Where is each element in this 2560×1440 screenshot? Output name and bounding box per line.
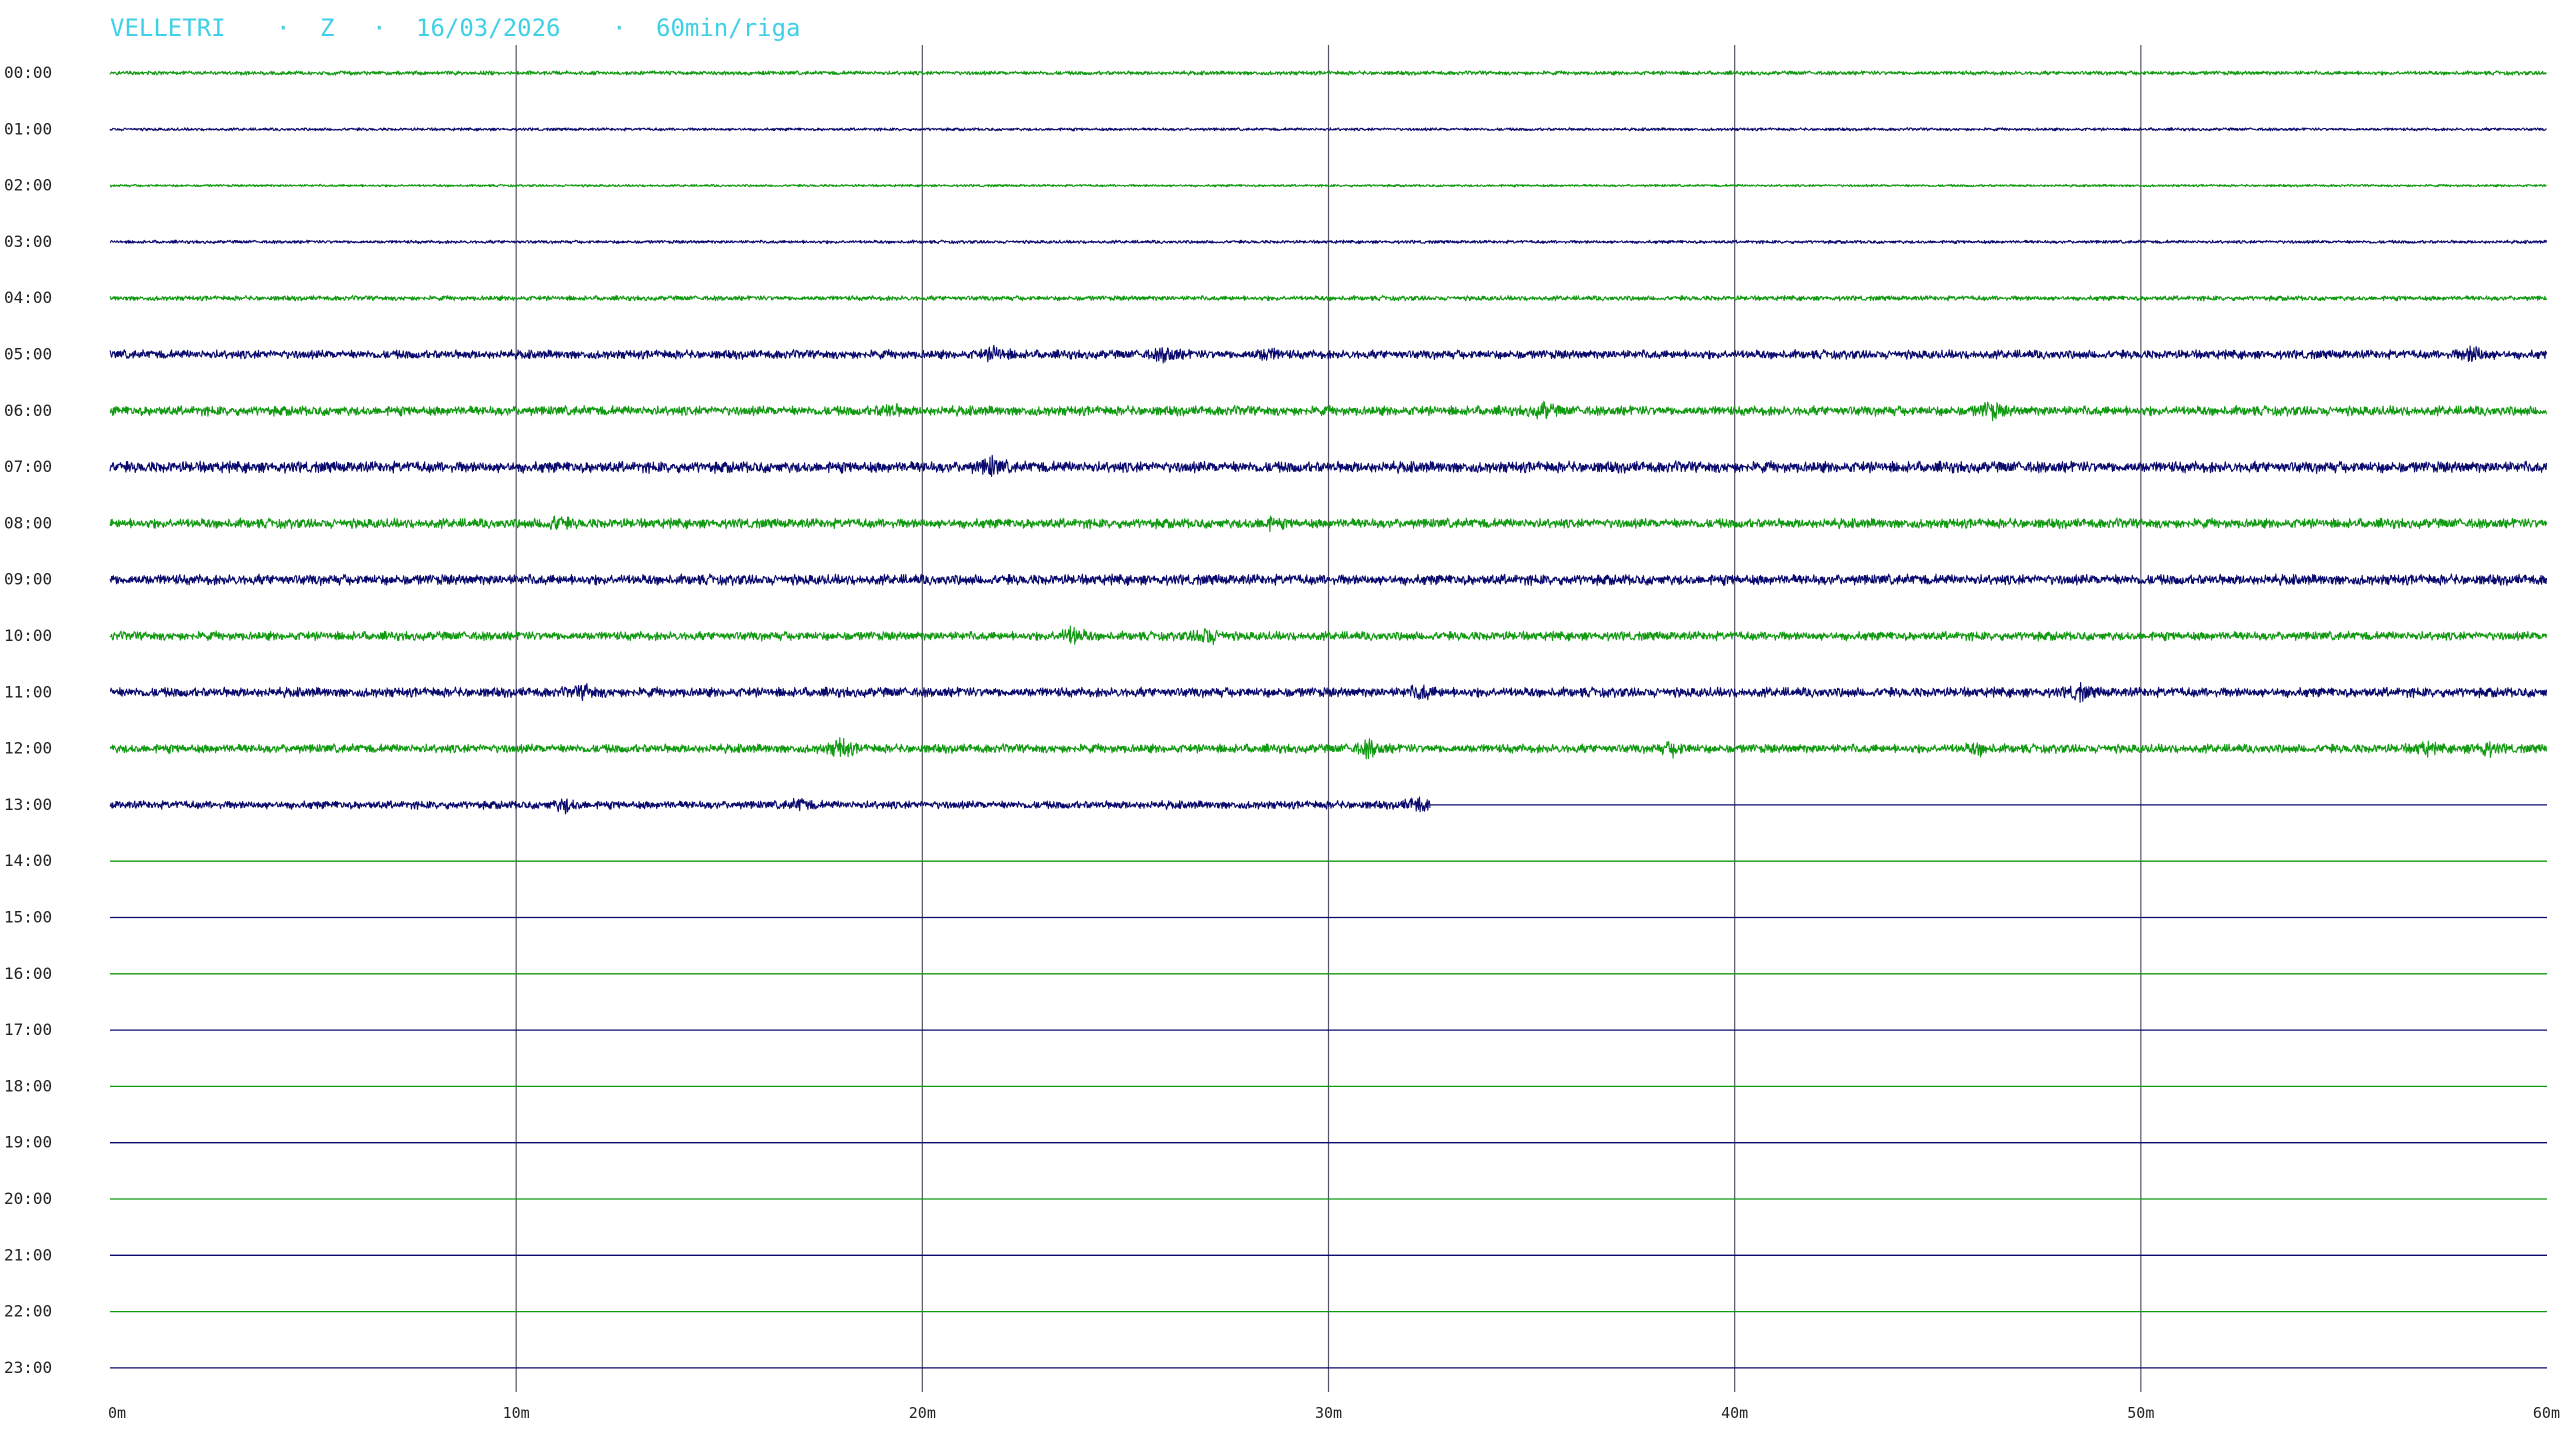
hour-label: 06:00 [4, 401, 52, 420]
minute-label: 30m [1315, 1404, 1342, 1422]
hour-label: 13:00 [4, 795, 52, 814]
seismic-trace [109, 796, 1431, 815]
minute-label: 40m [1721, 1404, 1748, 1422]
hour-label: 00:00 [4, 63, 52, 82]
hour-label: 18:00 [4, 1076, 52, 1095]
hour-label: 23:00 [4, 1358, 52, 1377]
minute-grid [515, 45, 2142, 1392]
header-separator-3: · [612, 14, 626, 42]
header-scale: 60min/riga [656, 14, 801, 42]
hour-label: 16:00 [4, 964, 52, 983]
minute-labels: 0m 10m 20m 30m 40m 50m 60m [108, 1404, 2560, 1422]
minute-label: 0m [108, 1404, 126, 1422]
hour-label: 22:00 [4, 1302, 52, 1321]
hour-label: 20:00 [4, 1189, 52, 1208]
hour-label: 08:00 [4, 513, 52, 532]
minute-label: 60m [2533, 1404, 2560, 1422]
hour-label: 17:00 [4, 1020, 52, 1039]
hour-label: 05:00 [4, 345, 52, 364]
hour-label: 10:00 [4, 626, 52, 645]
hour-label: 12:00 [4, 739, 52, 758]
hour-label: 04:00 [4, 288, 52, 307]
hour-label: 09:00 [4, 570, 52, 589]
minute-label: 50m [2127, 1404, 2154, 1422]
helicorder-chart: VELLETRI · Z · 16/03/2026 · 60min/riga 0… [4, 14, 2560, 1422]
hour-label: 11:00 [4, 682, 52, 701]
header-separator-1: · [276, 14, 290, 42]
chart-header: VELLETRI · Z · 16/03/2026 · 60min/riga [110, 14, 801, 42]
hour-label: 03:00 [4, 232, 52, 251]
hour-label: 01:00 [4, 119, 52, 138]
hour-label: 02:00 [4, 176, 52, 195]
header-station: VELLETRI [110, 14, 226, 42]
hour-labels: 00:00 01:00 02:00 03:00 04:00 05:00 06:00 07:00… [4, 63, 52, 1377]
header-separator-2: · [372, 14, 386, 42]
hour-label: 15:00 [4, 908, 52, 927]
minute-label: 20m [909, 1404, 936, 1422]
minute-label: 10m [503, 1404, 530, 1422]
header-component: Z [320, 14, 334, 42]
hour-label: 14:00 [4, 851, 52, 870]
header-date: 16/03/2026 [416, 14, 561, 42]
hour-label: 07:00 [4, 457, 52, 476]
hour-label: 19:00 [4, 1133, 52, 1152]
hour-label: 21:00 [4, 1245, 52, 1264]
